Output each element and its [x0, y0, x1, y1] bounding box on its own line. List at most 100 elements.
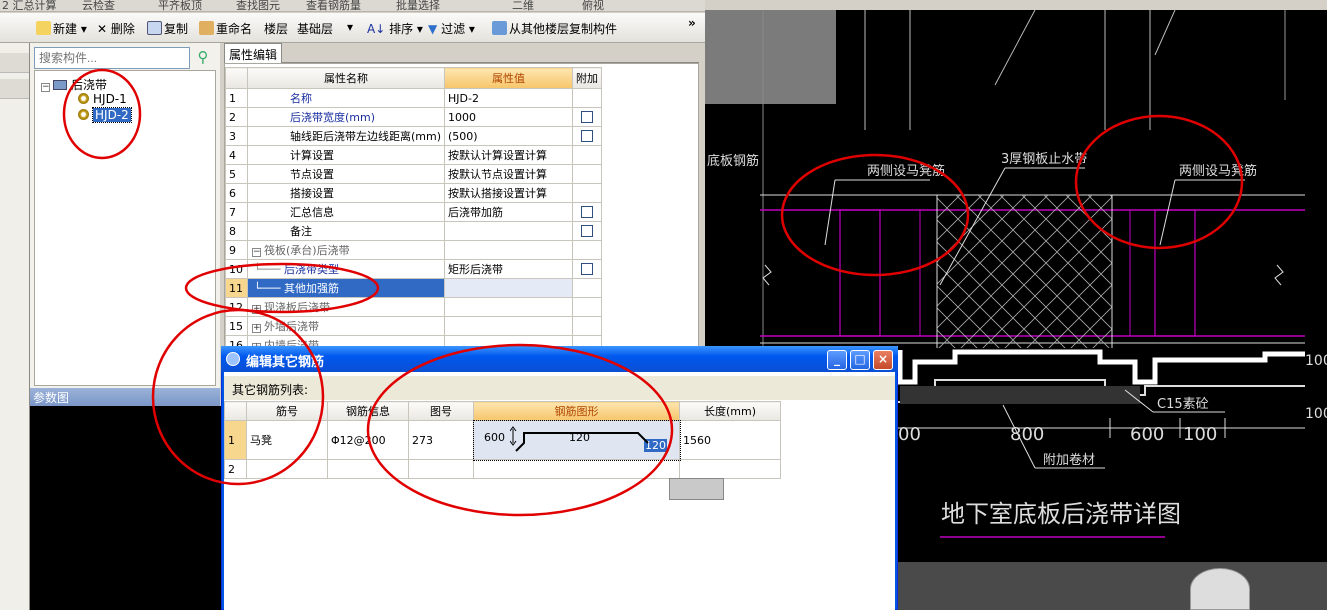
property-row[interactable]: 5 节点设置 按默认节点设置计算 [225, 164, 603, 184]
property-row[interactable]: 4 计算设置 按默认计算设置计算 [225, 145, 603, 165]
property-value[interactable]: (500) [444, 126, 574, 146]
rebar-row[interactable]: 1 马凳 Φ12@200 273 600 120 120 1560 [224, 419, 781, 461]
top-view-select[interactable]: 俯视 [582, 0, 604, 11]
extra-checkbox[interactable] [581, 262, 594, 275]
extra-cell [572, 183, 603, 203]
copy-from-floor-button[interactable]: 从其他楼层复制构件 [492, 20, 617, 37]
col-header-name[interactable]: 属性名称 [246, 67, 446, 89]
search-icon[interactable]: ⚲ [192, 47, 214, 69]
align-top-button[interactable]: 平齐板顶 [158, 0, 202, 11]
sort-button[interactable]: A↓ 排序 ▾ [367, 20, 423, 37]
property-value[interactable]: HJD-2 [444, 88, 574, 108]
extra-checkbox[interactable] [581, 110, 594, 123]
property-group-row[interactable]: 9 − 筏板(承台)后浇带 [225, 240, 603, 260]
cad-edge-dim: 100 [1305, 406, 1327, 422]
property-value[interactable]: 按默认节点设置计算 [444, 164, 574, 184]
shape-cell[interactable] [473, 459, 680, 479]
col-header-extra[interactable]: 附加 [572, 67, 603, 89]
tree-item-hjd-2[interactable]: HJD-2 [78, 107, 132, 123]
property-row[interactable]: 6 搭接设置 按默认搭接设置计算 [225, 183, 603, 203]
property-table: 属性名称 属性值 附加 1 名称 HJD-2 2 后浇带宽度(mm) 1000 … [225, 67, 603, 347]
fig-num-cell[interactable] [408, 459, 474, 479]
tree-item-hjd-1[interactable]: HJD-1 [78, 92, 127, 106]
maximize-button[interactable]: □ [850, 350, 870, 370]
extra-checkbox[interactable] [581, 129, 594, 142]
cloud-check-button[interactable]: 云检查 [82, 0, 115, 11]
expand-icon[interactable]: + [252, 305, 261, 314]
row-num-header [224, 401, 247, 421]
rebar-list-label: 其它钢筋列表: [224, 376, 895, 400]
copy-button[interactable]: 复制 [147, 20, 188, 37]
property-row[interactable]: 2 后浇带宽度(mm) 1000 [225, 107, 603, 127]
view-rebar-button[interactable]: 查看钢筋量 [306, 0, 361, 11]
filter-button[interactable]: ▼ 过滤 ▾ [428, 20, 475, 37]
col-header-bar[interactable]: 筋号 [246, 401, 328, 421]
property-value[interactable] [444, 221, 574, 241]
bar-name-cell[interactable] [246, 459, 328, 479]
dock-tab[interactable] [0, 53, 29, 73]
extra-checkbox[interactable] [581, 224, 594, 237]
col-header-fig[interactable]: 图号 [408, 401, 474, 421]
property-value[interactable]: 1000 [444, 107, 574, 127]
property-row[interactable]: 7 汇总信息 后浇带加筋 [225, 202, 603, 222]
property-value[interactable]: 矩形后浇带 [444, 259, 574, 279]
property-row[interactable]: 3 轴线距后浇带左边线距离(mm) (500) [225, 126, 603, 146]
dock-tab[interactable] [0, 79, 29, 99]
tab-property-edit[interactable]: 属性编辑 [224, 43, 282, 63]
bar-name-cell[interactable]: 马凳 [246, 420, 328, 460]
property-group-row[interactable]: 15 + 外墙后浇带 [225, 316, 603, 336]
shape-edit-button[interactable] [669, 478, 724, 500]
row-number: 2 [224, 459, 247, 479]
batch-select-button[interactable]: 批量选择 [396, 0, 440, 11]
bar-info-cell[interactable] [327, 459, 409, 479]
length-cell[interactable] [679, 459, 781, 479]
bar-info-cell[interactable]: Φ12@200 [327, 420, 409, 460]
expand-icon[interactable]: + [252, 324, 261, 333]
col-header-info[interactable]: 钢筋信息 [327, 401, 409, 421]
property-row[interactable]: 10 └─── 后浇带类型 矩形后浇带 [225, 259, 603, 279]
tree-root[interactable]: − 后浇带 [41, 76, 107, 93]
cad-dim: 100 [1183, 424, 1217, 445]
property-value[interactable] [444, 278, 574, 298]
find-element-button[interactable]: 查找图元 [236, 0, 280, 11]
row-number: 15 [225, 316, 248, 336]
property-group-row[interactable]: 12 + 现浇板后浇带 [225, 297, 603, 317]
extra-cell [572, 202, 603, 222]
col-header-shape[interactable]: 钢筋图形 [473, 401, 680, 421]
row-number: 5 [225, 164, 248, 184]
extra-cell [572, 164, 603, 184]
property-value[interactable]: 按默认搭接设置计算 [444, 183, 574, 203]
cad-edge-dim: 100 [1305, 353, 1327, 369]
extra-checkbox[interactable] [581, 205, 594, 218]
property-row[interactable]: 8 备注 [225, 221, 603, 241]
rename-button[interactable]: 重命名 [199, 20, 252, 37]
floor-select[interactable]: 基础层 ▾ [297, 20, 357, 37]
shape-cell[interactable]: 600 120 120 [472, 419, 681, 461]
delete-button[interactable]: ✕ 删除 [97, 20, 135, 37]
collapse-icon[interactable]: − [252, 248, 261, 257]
property-row[interactable]: 1 名称 HJD-2 [225, 88, 603, 108]
param-pane-header: 参数图 [30, 388, 220, 406]
minimize-button[interactable]: _ [827, 350, 847, 370]
property-row-selected[interactable]: 11 └─── 其他加强筋 [225, 278, 603, 298]
close-button[interactable]: × [873, 350, 893, 370]
row-number: 6 [225, 183, 248, 203]
property-value[interactable]: 按默认计算设置计算 [444, 145, 574, 165]
new-button[interactable]: 新建 ▾ [36, 20, 87, 37]
view-2d-select[interactable]: 二维 [512, 0, 534, 11]
fig-num-cell[interactable]: 273 [408, 420, 474, 460]
property-value[interactable]: 后浇带加筋 [444, 202, 574, 222]
search-input[interactable] [34, 47, 190, 69]
row-number: 8 [225, 221, 248, 241]
rebar-row[interactable]: 2 [224, 459, 781, 479]
length-cell[interactable]: 1560 [679, 420, 781, 460]
col-header-length[interactable]: 长度(mm) [679, 401, 781, 421]
col-header-value[interactable]: 属性值 [444, 67, 574, 89]
sum-calc-button[interactable]: 2 汇总计算 [2, 0, 57, 11]
bench-rebar-shape [510, 426, 649, 452]
extra-cell [572, 278, 603, 298]
property-name: 节点设置 [246, 164, 446, 184]
cad-dim: 800 [1010, 424, 1044, 445]
toolbar-more-button[interactable]: » [688, 16, 696, 30]
shape-dim-left[interactable]: 600 [484, 431, 505, 444]
